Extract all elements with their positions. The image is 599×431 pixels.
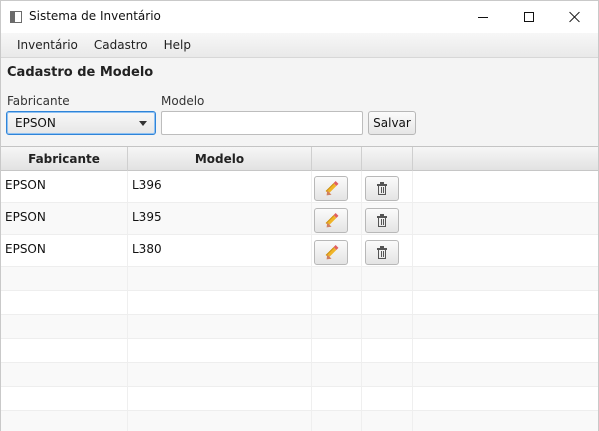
column-header-fabricante[interactable]: Fabricante [1,147,128,171]
fabricante-label: Fabricante [7,94,70,108]
trash-icon [377,181,387,195]
column-header-filler [413,147,598,171]
cell-fabricante: EPSON [5,178,46,192]
close-button[interactable] [552,1,598,33]
table-row[interactable]: EPSON L380 [1,235,598,267]
pencil-icon [324,180,339,198]
modelo-input[interactable] [161,111,363,135]
pencil-icon [324,244,339,262]
delete-button[interactable] [365,208,399,233]
window-title: Sistema de Inventário [29,9,161,23]
empty-row [1,339,598,363]
chevron-down-icon [139,121,147,126]
minimize-icon [478,16,488,18]
delete-button[interactable] [365,240,399,265]
cell-fabricante: EPSON [5,210,46,224]
menu-help[interactable]: Help [156,33,199,58]
menu-bar: Inventário Cadastro Help [1,33,598,58]
minimize-button[interactable] [460,1,506,33]
edit-button[interactable] [314,240,348,265]
table-header: Fabricante Modelo [1,147,598,171]
empty-row [1,411,598,431]
cell-fabricante: EPSON [5,242,46,256]
delete-button[interactable] [365,176,399,201]
column-header-modelo[interactable]: Modelo [128,147,312,171]
table-body: EPSON L396 EPSON L395 EPSON L380 [1,171,598,431]
menu-cadastro[interactable]: Cadastro [86,33,156,58]
maximize-button[interactable] [506,1,552,33]
table-row[interactable]: EPSON L395 [1,203,598,235]
page-title: Cadastro de Modelo [7,65,154,80]
maximize-icon [524,12,534,22]
trash-icon [377,245,387,259]
save-button[interactable]: Salvar [368,111,416,135]
empty-row [1,387,598,411]
edit-button[interactable] [314,208,348,233]
empty-row [1,267,598,291]
menu-inventario[interactable]: Inventário [9,33,86,58]
column-header-delete[interactable] [362,147,413,171]
fabricante-select-value: EPSON [15,116,56,130]
cell-modelo: L395 [132,210,162,224]
pencil-icon [324,212,339,230]
empty-row [1,363,598,387]
edit-button[interactable] [314,176,348,201]
trash-icon [377,213,387,227]
app-icon [10,11,22,23]
app-window: Sistema de Inventário Inventário Cadastr… [0,0,599,431]
cell-modelo: L396 [132,178,162,192]
title-bar: Sistema de Inventário [1,1,598,33]
cell-modelo: L380 [132,242,162,256]
modelo-label: Modelo [161,94,205,108]
column-header-edit[interactable] [312,147,362,171]
models-table: Fabricante Modelo EPSON L396 EPSON L395 … [1,146,598,431]
fabricante-select[interactable]: EPSON [6,111,156,135]
empty-row [1,315,598,339]
empty-row [1,291,598,315]
table-row[interactable]: EPSON L396 [1,171,598,203]
close-icon [569,11,581,23]
